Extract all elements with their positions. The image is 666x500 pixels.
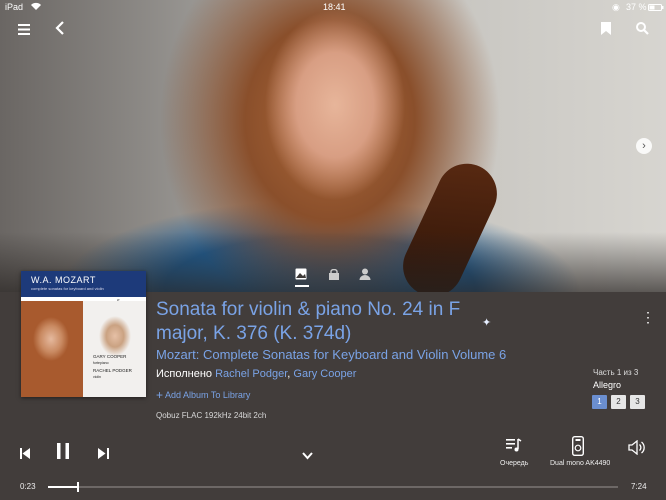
plus-icon: +: [156, 388, 164, 402]
elapsed-time: 0:23: [20, 482, 36, 491]
battery-percent: 37 %: [626, 2, 647, 12]
more-options-icon[interactable]: ⋮: [641, 309, 655, 326]
cover-subtitle: complete sonatas for keyboard and violin: [31, 286, 104, 291]
device-name: iPad: [5, 2, 24, 12]
album-link[interactable]: Mozart: Complete Sonatas for Keyboard an…: [156, 347, 506, 362]
lock-icon: [329, 268, 339, 280]
album-cover[interactable]: W.A. MOZART complete sonatas for keyboar…: [21, 271, 146, 397]
cover-artist1-role: fortepiano: [93, 361, 109, 365]
total-time: 7:24: [631, 482, 647, 491]
status-time: 18:41: [323, 2, 346, 12]
performer-link-2[interactable]: Gary Cooper: [293, 368, 356, 380]
volume-icon[interactable]: [628, 439, 646, 460]
performer-link-1[interactable]: Rachel Podger: [215, 368, 287, 380]
previous-track-icon[interactable]: [20, 446, 31, 464]
next-photo-button[interactable]: ›: [636, 138, 652, 154]
back-icon[interactable]: [55, 21, 65, 38]
progress-fill: [48, 486, 78, 488]
movement-name: Allegro: [593, 380, 622, 390]
status-bar: iPad 18:41 ◉ 37 %: [0, 0, 666, 14]
next-track-icon[interactable]: [98, 446, 109, 464]
cover-artist2-role: violin: [93, 375, 101, 379]
track-title[interactable]: Sonata for violin & piano No. 24 in F ma…: [156, 298, 486, 346]
movement-button-3[interactable]: 3: [630, 395, 645, 409]
rotation-lock-icon: ◉: [612, 2, 620, 12]
add-album-button[interactable]: + Add Album To Library: [156, 388, 250, 402]
performed-label: Исполнено: [156, 368, 213, 380]
progress-knob[interactable]: [76, 482, 79, 492]
tab-person[interactable]: [359, 268, 371, 283]
cover-names: GARY COOPER fortepiano RACHEL PODGER vio…: [93, 353, 132, 381]
performers-line: Исполнено Rachel Podger, Gary Cooper: [156, 368, 356, 380]
wifi-icon: [30, 2, 42, 13]
movement-button-1[interactable]: 1: [592, 395, 607, 409]
tab-lock[interactable]: [328, 268, 340, 283]
photo-icon: [295, 268, 307, 280]
cover-artist2: RACHEL PODGER: [93, 368, 132, 373]
queue-label[interactable]: Очередь: [500, 460, 528, 467]
search-icon[interactable]: [636, 22, 649, 38]
device-icon[interactable]: [571, 435, 585, 461]
chevron-down-icon[interactable]: [302, 447, 313, 465]
sparkle-icon: ✦: [482, 317, 492, 329]
movement-button-2[interactable]: 2: [611, 395, 626, 409]
menu-icon[interactable]: [18, 22, 30, 38]
artist-photo: [0, 0, 666, 292]
add-album-label: Add Album To Library: [165, 390, 251, 400]
tab-photo[interactable]: [295, 268, 307, 283]
battery-icon: [648, 3, 664, 13]
cover-photo-pianist: [83, 301, 146, 397]
pause-icon[interactable]: [56, 443, 70, 464]
movement-part-info: Часть 1 из 3: [593, 368, 639, 377]
device-label[interactable]: Dual mono AK4490: [550, 460, 610, 467]
stream-format: Qobuz FLAC 192kHz 24bit 2ch: [156, 411, 267, 420]
performer-separator: ,: [287, 368, 291, 380]
queue-icon[interactable]: [506, 438, 522, 458]
bookmark-icon[interactable]: [601, 22, 611, 38]
cover-band: W.A. MOZART complete sonatas for keyboar…: [21, 271, 146, 297]
progress-bar[interactable]: [48, 482, 618, 492]
cover-photo-violinist: [21, 301, 83, 397]
cover-artist1: GARY COOPER: [93, 354, 127, 359]
person-icon: [359, 268, 371, 280]
active-tab-indicator: [295, 285, 309, 287]
cover-title: W.A. MOZART: [31, 275, 96, 285]
